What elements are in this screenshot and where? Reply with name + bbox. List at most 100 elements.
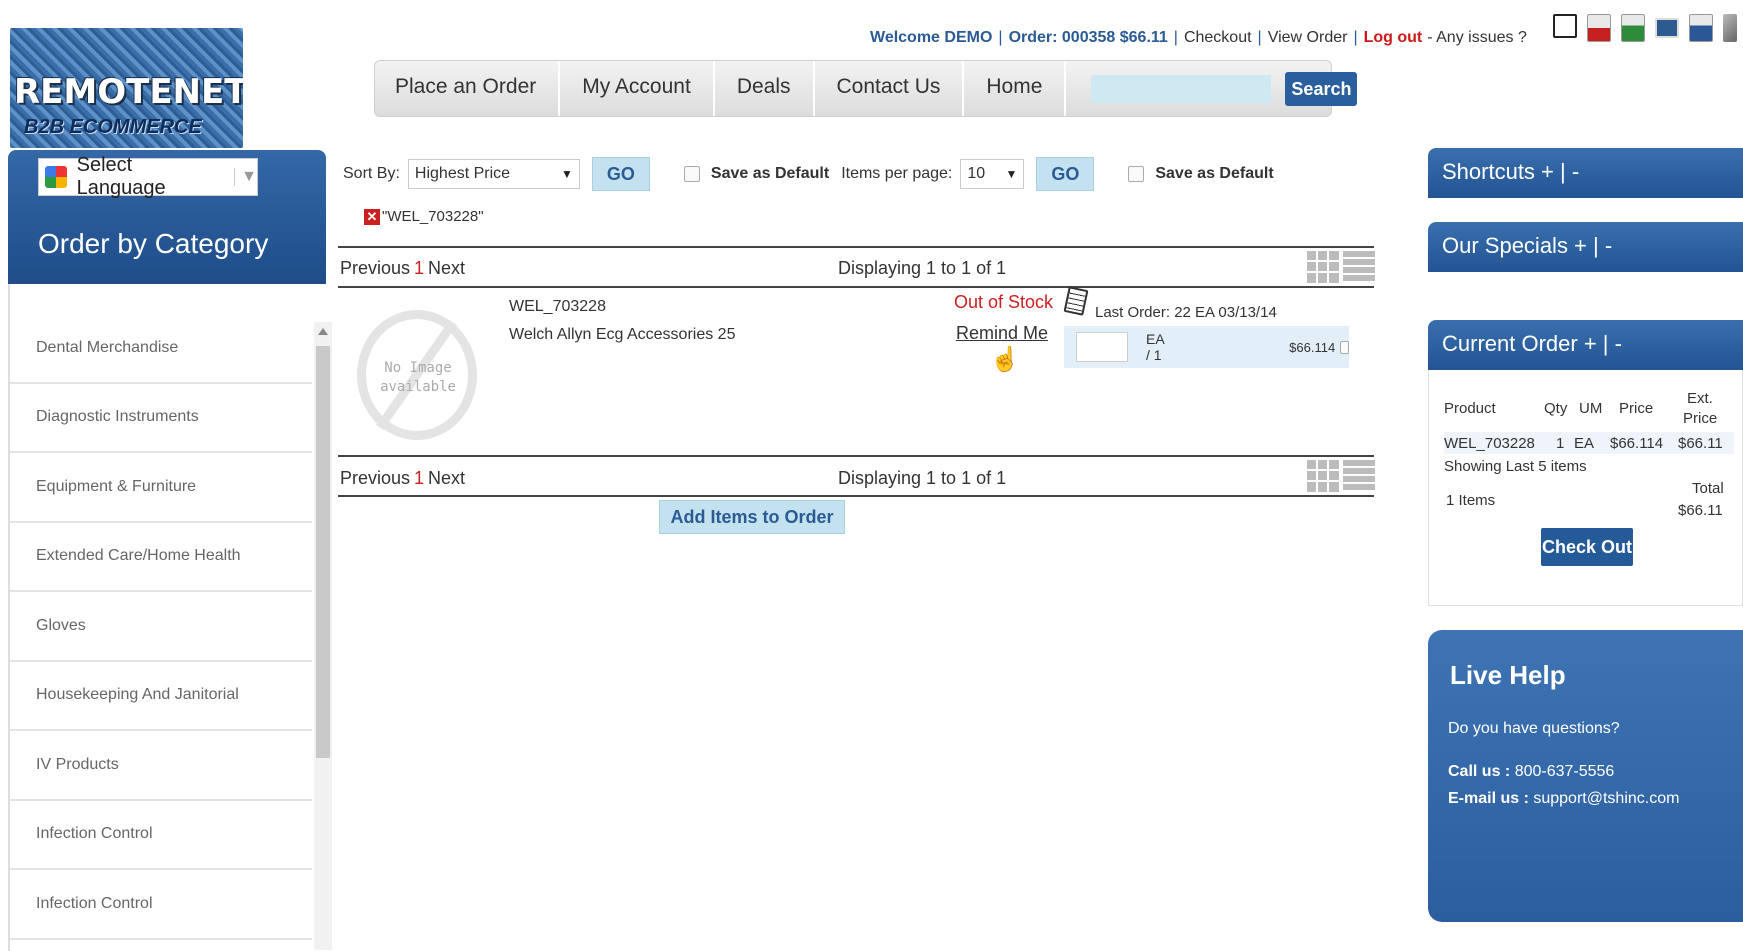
per-page-go-button[interactable]: GO bbox=[1036, 157, 1095, 191]
excel-icon[interactable] bbox=[1621, 14, 1645, 42]
receipt-icon bbox=[1063, 286, 1089, 316]
category-item[interactable]: Extended Care/Home Health bbox=[10, 523, 312, 592]
grid-view-icon[interactable] bbox=[1307, 251, 1339, 283]
scroll-up-icon[interactable] bbox=[318, 328, 328, 335]
add-items-button[interactable]: Add Items to Order bbox=[659, 500, 845, 534]
tab-my-account[interactable]: My Account bbox=[560, 61, 715, 116]
next-link[interactable]: Next bbox=[428, 468, 465, 488]
order-row-product[interactable]: WEL_703228 bbox=[1444, 435, 1535, 452]
unit-price: $66.114 bbox=[1289, 339, 1336, 355]
sort-select[interactable]: Highest Price ▼ bbox=[407, 159, 580, 189]
display-count: Displaying 1 to 1 of 1 bbox=[838, 468, 1007, 488]
list-view-icon[interactable] bbox=[1343, 460, 1375, 492]
current-order-panel-header[interactable]: Current Order + | - bbox=[1428, 320, 1743, 370]
product-description[interactable]: Welch Allyn Ecg Accessories 25 bbox=[509, 326, 735, 344]
v-icon[interactable] bbox=[1723, 14, 1737, 42]
specials-panel-header[interactable]: Our Specials + | - bbox=[1428, 222, 1743, 272]
separator: | bbox=[998, 29, 1003, 46]
filter-tag: "WEL_703228" bbox=[382, 208, 484, 225]
category-scrollbar[interactable] bbox=[314, 322, 332, 950]
col-ext: Ext. bbox=[1687, 390, 1713, 407]
separator: | bbox=[1353, 29, 1358, 46]
col-price: Price bbox=[1619, 400, 1654, 417]
page-link[interactable]: 1 bbox=[414, 258, 424, 278]
category-item[interactable]: Housekeeping And Janitorial bbox=[10, 662, 312, 731]
select-item-checkbox[interactable] bbox=[1340, 340, 1349, 354]
word-icon[interactable] bbox=[1689, 14, 1713, 42]
export-icons bbox=[1553, 14, 1737, 42]
list-view-icon[interactable] bbox=[1343, 251, 1375, 283]
tab-contact-us[interactable]: Contact Us bbox=[815, 61, 965, 116]
per-page-select[interactable]: 10 ▼ bbox=[960, 159, 1025, 189]
grid-view-icon[interactable] bbox=[1307, 460, 1339, 492]
email-address[interactable]: support@tshinc.com bbox=[1533, 790, 1679, 807]
stock-status: Out of Stock bbox=[954, 292, 1054, 312]
divider bbox=[338, 455, 1374, 457]
save-default-label: Save as Default bbox=[1155, 165, 1274, 182]
email-line: E-mail us : support@tshinc.com bbox=[1448, 790, 1679, 808]
phone-line: Call us : 800-637-5556 bbox=[1448, 763, 1614, 781]
product-sku[interactable]: WEL_703228 bbox=[509, 298, 606, 316]
pager-bottom: Previous 1 Next bbox=[340, 468, 465, 489]
remove-filter-icon[interactable]: ✕ bbox=[364, 208, 380, 225]
pdf-icon[interactable] bbox=[1587, 14, 1611, 42]
divider bbox=[338, 286, 1374, 288]
category-item[interactable]: Diagnostic Instruments bbox=[10, 384, 312, 453]
logo[interactable]: REMOTENET B2B ECOMMERCE bbox=[10, 28, 243, 148]
current-order-panel: Product Qty UM Price Ext. Price WEL_7032… bbox=[1428, 370, 1743, 606]
unit-of-measure: EA / 1 bbox=[1146, 331, 1164, 363]
search-input[interactable] bbox=[1091, 74, 1272, 103]
scrollbar-thumb[interactable] bbox=[316, 346, 330, 758]
search-button[interactable]: Search bbox=[1285, 71, 1358, 106]
page-link[interactable]: 1 bbox=[414, 468, 424, 488]
showing-text: Showing Last 5 items bbox=[1444, 458, 1587, 475]
language-select[interactable]: Select Language ▼ bbox=[38, 154, 258, 199]
view-order-link[interactable]: View Order bbox=[1268, 29, 1348, 47]
col-qty: Qty bbox=[1544, 400, 1568, 417]
main-nav: Place an Order My Account Deals Contact … bbox=[374, 60, 1358, 117]
category-item[interactable]: IV Products bbox=[10, 731, 312, 801]
separator: | bbox=[1257, 29, 1262, 46]
shortcuts-panel-header[interactable]: Shortcuts + | - bbox=[1428, 148, 1743, 198]
order-row-price: $66.114 bbox=[1610, 435, 1664, 452]
previous-link[interactable]: Previous bbox=[340, 468, 410, 488]
category-item[interactable]: Infection Control bbox=[10, 801, 312, 870]
item-count: 1 Items bbox=[1446, 492, 1496, 509]
previous-link[interactable]: Previous bbox=[340, 258, 410, 278]
category-item[interactable]: Gloves bbox=[10, 592, 312, 662]
next-link[interactable]: Next bbox=[428, 258, 465, 278]
check-out-button[interactable]: Check Out bbox=[1541, 528, 1633, 566]
tab-home[interactable]: Home bbox=[964, 61, 1067, 116]
pager-top: Previous 1 Next bbox=[340, 258, 465, 279]
sort-go-button[interactable]: GO bbox=[591, 157, 650, 191]
display-count: Displaying 1 to 1 of 1 bbox=[838, 258, 1007, 278]
last-order-text: Last Order: 22 EA 03/13/14 bbox=[1095, 304, 1277, 321]
tab-deals[interactable]: Deals bbox=[715, 61, 815, 116]
divider bbox=[338, 246, 1374, 248]
view-toggle bbox=[1307, 460, 1375, 492]
phone-number[interactable]: 800-637-5556 bbox=[1515, 763, 1615, 780]
image-icon[interactable] bbox=[1655, 18, 1679, 38]
col-product: Product bbox=[1444, 400, 1496, 417]
save-default-checkbox[interactable] bbox=[1128, 166, 1145, 182]
checkout-link[interactable]: Checkout bbox=[1184, 29, 1252, 47]
hand-cursor-icon: ☝ bbox=[990, 346, 1020, 373]
save-default-checkbox[interactable] bbox=[683, 166, 700, 182]
view-toggle bbox=[1307, 251, 1375, 283]
quantity-row: EA / 1 $66.114 bbox=[1064, 326, 1349, 368]
order-row-ext: $66.11 bbox=[1678, 435, 1723, 452]
print-icon[interactable] bbox=[1553, 14, 1577, 38]
col-um: UM bbox=[1579, 400, 1603, 417]
remind-me-link[interactable]: Remind Me bbox=[956, 323, 1048, 344]
category-item[interactable]: Infection Control bbox=[10, 870, 312, 940]
category-item[interactable]: Dental Merchandise bbox=[10, 314, 312, 384]
save-default-label: Save as Default bbox=[710, 165, 830, 182]
logout-link[interactable]: Log out bbox=[1364, 29, 1423, 47]
tab-place-an-order[interactable]: Place an Order bbox=[375, 61, 561, 116]
chevron-down-icon: ▼ bbox=[561, 167, 573, 181]
order-summary-link[interactable]: Order: 000358 $66.11 bbox=[1009, 29, 1168, 47]
issues-text: - Any issues ? bbox=[1427, 29, 1527, 46]
col-ext-price: Price bbox=[1683, 410, 1718, 427]
category-item[interactable]: Equipment & Furniture bbox=[10, 453, 312, 523]
quantity-input[interactable] bbox=[1076, 332, 1128, 362]
